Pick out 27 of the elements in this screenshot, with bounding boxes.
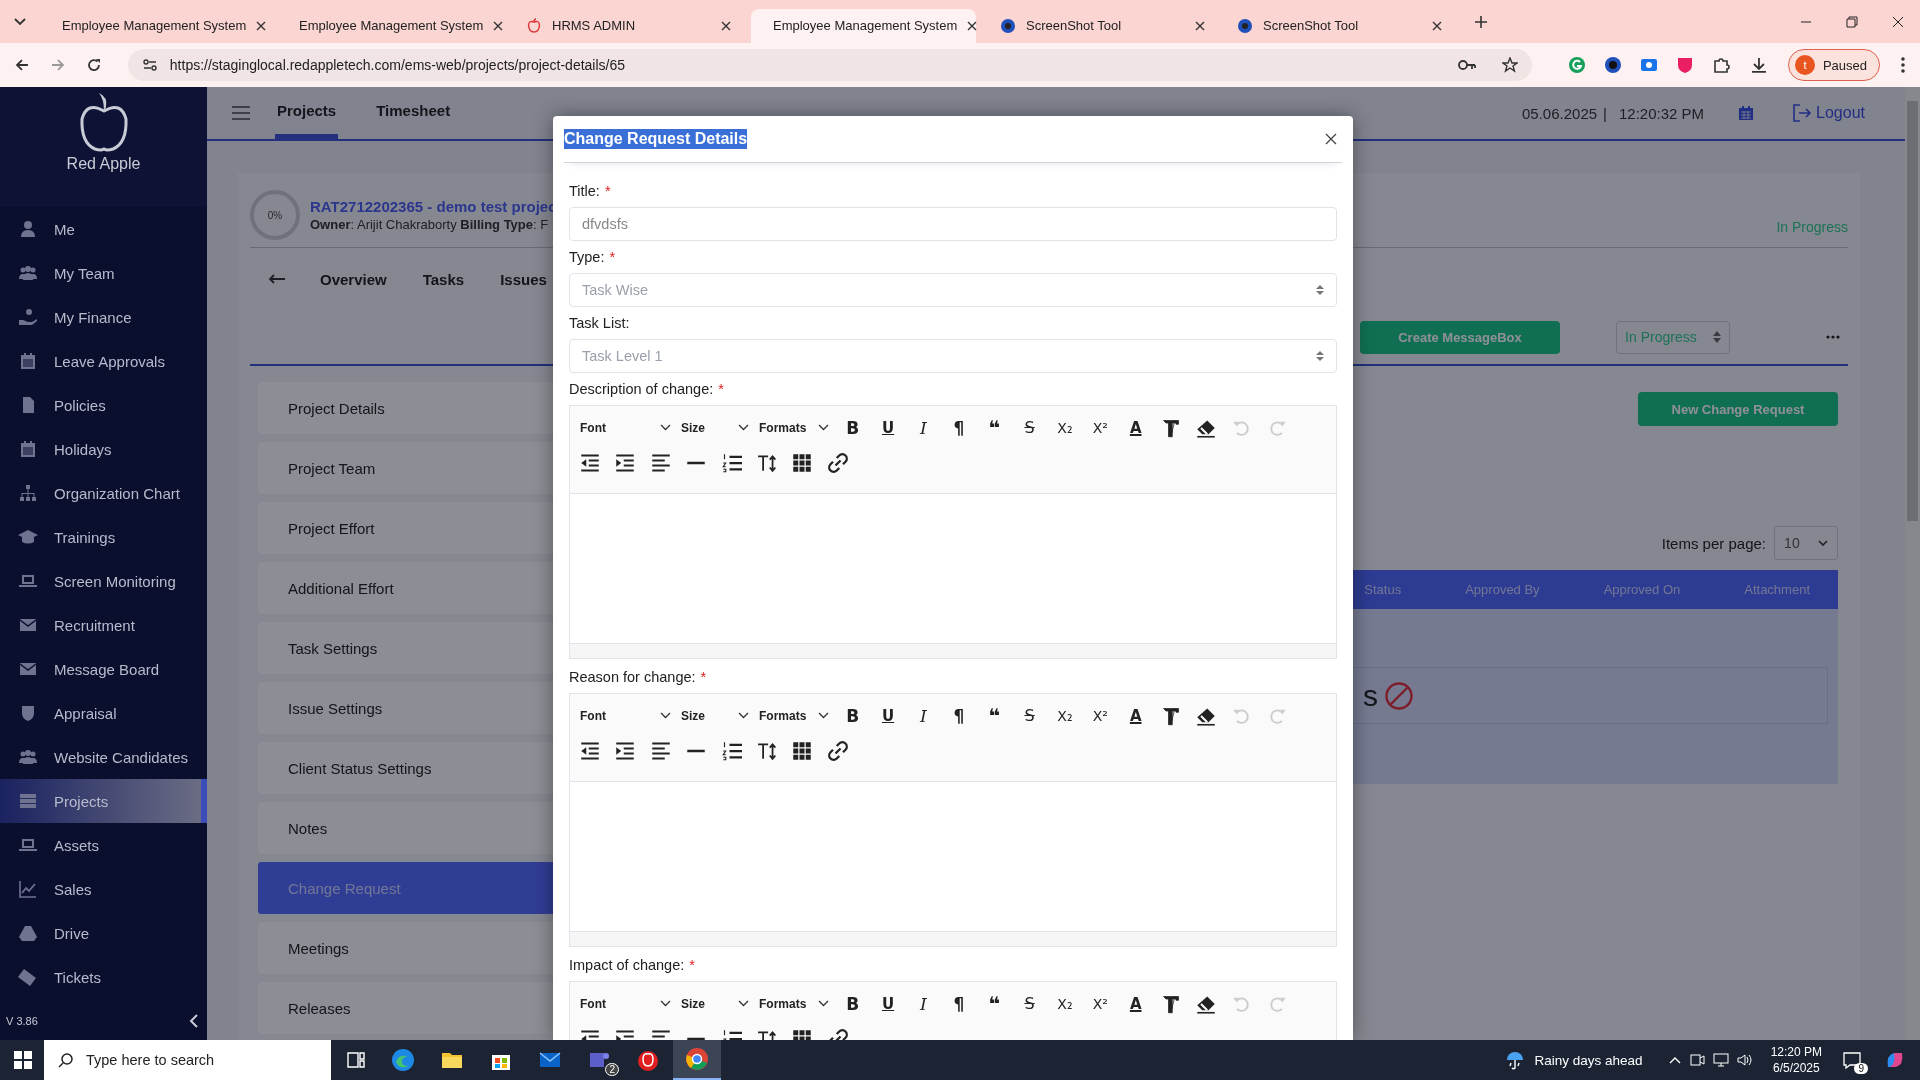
column-header: Approved By [1465, 582, 1540, 597]
items-per-page-label: Items per page: [1661, 534, 1766, 552]
column-header: Approved On [1603, 582, 1681, 597]
empty-state-text: s [1363, 678, 1378, 713]
field-label: Title: [569, 183, 600, 199]
field-label: Task List: [569, 315, 630, 331]
column-header: Attachment [1744, 582, 1810, 597]
version-label: V 3.86 [6, 1014, 38, 1027]
project-status: In Progress [1776, 219, 1848, 235]
field-label: Description of change: [569, 381, 714, 397]
required-mark: * [718, 381, 724, 397]
notification-badge: 2 [605, 1063, 619, 1076]
avatar: t [1794, 55, 1815, 75]
notification-badge: 9 [1854, 1063, 1868, 1074]
required-mark: * [609, 249, 616, 265]
field-label: Type: [569, 249, 605, 265]
required-mark: * [689, 957, 695, 973]
field-label: Impact of change: [569, 957, 685, 973]
separator: | [1603, 104, 1607, 122]
brand-name: Red Apple [66, 155, 141, 173]
progress-ring: 0% [250, 190, 300, 240]
current-time: 12:20:32 PM [1619, 104, 1705, 122]
required-mark: * [604, 183, 611, 199]
modal-title: Change Request Details [564, 129, 748, 149]
column-header: Status [1364, 582, 1402, 597]
current-date: 05.06.2025 [1522, 104, 1598, 122]
project-owner: Owner: Arijit Chakraborty Billing Type: F [310, 217, 550, 232]
